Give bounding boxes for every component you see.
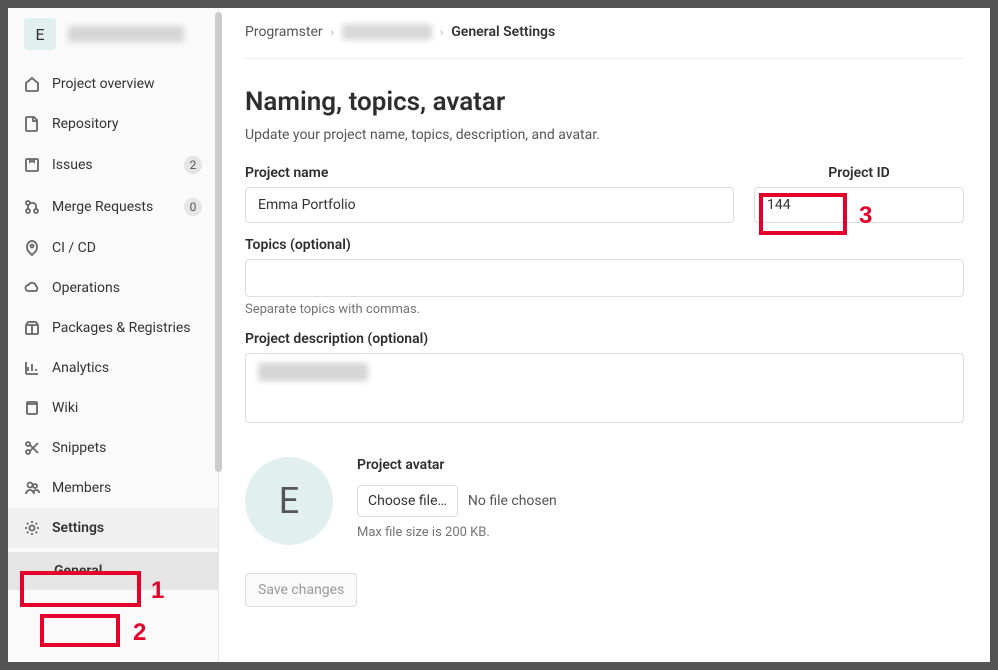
avatar-title: Project avatar <box>357 457 557 473</box>
topics-input[interactable] <box>245 259 964 297</box>
nav-project-overview[interactable]: Project overview <box>8 64 218 104</box>
description-label: Project description (optional) <box>245 331 964 347</box>
nav-label: Project overview <box>52 76 202 92</box>
main-content: Programster › › General Settings Naming,… <box>219 8 990 662</box>
chevron-right-icon: › <box>440 26 443 39</box>
naming-section: Naming, topics, avatar Update your proje… <box>245 59 964 607</box>
project-name-label: Project name <box>245 165 734 181</box>
chevron-right-icon: › <box>331 26 334 39</box>
sidebar-project-header[interactable]: E <box>8 8 218 60</box>
file-icon <box>24 116 40 132</box>
members-icon <box>24 480 40 496</box>
chart-icon <box>24 360 40 376</box>
breadcrumb: Programster › › General Settings <box>245 16 964 59</box>
project-id-label: Project ID <box>754 165 964 181</box>
settings-subnav: General <box>8 552 218 590</box>
nav-operations[interactable]: Operations <box>8 268 218 308</box>
nav-members[interactable]: Members <box>8 468 218 508</box>
project-name-redacted <box>68 26 184 42</box>
sidebar-nav: Project overview Repository Issues 2 Mer… <box>8 60 218 552</box>
merge-icon <box>24 199 40 215</box>
avatar-helper: Max file size is 200 KB. <box>357 525 557 540</box>
sidebar: E Project overview Repository Issues 2 M… <box>8 8 219 662</box>
home-icon <box>24 76 40 92</box>
description-redacted <box>258 363 368 381</box>
scissors-icon <box>24 440 40 456</box>
file-chosen-status: No file chosen <box>468 493 557 509</box>
nav-label: Wiki <box>52 400 202 416</box>
nav-analytics[interactable]: Analytics <box>8 348 218 388</box>
description-input[interactable] <box>245 353 964 423</box>
choose-file-button[interactable]: Choose file… <box>357 485 458 517</box>
issue-icon <box>24 157 40 173</box>
project-avatar-large: E <box>245 457 333 545</box>
project-id-input[interactable] <box>754 187 964 223</box>
breadcrumb-current: General Settings <box>451 24 555 40</box>
nav-label: Repository <box>52 116 202 132</box>
nav-label: Packages & Registries <box>52 320 202 336</box>
nav-label: Settings <box>52 520 202 536</box>
nav-label: Analytics <box>52 360 202 376</box>
nav-settings[interactable]: Settings <box>8 508 218 548</box>
nav-issues[interactable]: Issues 2 <box>8 144 218 186</box>
nav-ci-cd[interactable]: CI / CD <box>8 228 218 268</box>
nav-label: CI / CD <box>52 240 202 256</box>
nav-label: Operations <box>52 280 202 296</box>
topics-label: Topics (optional) <box>245 237 964 253</box>
nav-label: Merge Requests <box>52 199 172 215</box>
nav-merge-requests[interactable]: Merge Requests 0 <box>8 186 218 228</box>
save-changes-button[interactable]: Save changes <box>245 573 357 607</box>
issues-badge: 2 <box>184 156 202 174</box>
nav-label: Issues <box>52 157 172 173</box>
nav-snippets[interactable]: Snippets <box>8 428 218 468</box>
section-title: Naming, topics, avatar <box>245 87 964 117</box>
gear-icon <box>24 520 40 536</box>
cloud-icon <box>24 280 40 296</box>
subnav-general[interactable]: General <box>8 552 218 590</box>
package-icon <box>24 320 40 336</box>
project-name-input[interactable] <box>245 187 734 223</box>
nav-wiki[interactable]: Wiki <box>8 388 218 428</box>
section-subtitle: Update your project name, topics, descri… <box>245 127 964 143</box>
rocket-icon <box>24 240 40 256</box>
nav-repository[interactable]: Repository <box>8 104 218 144</box>
nav-label: Snippets <box>52 440 202 456</box>
nav-packages[interactable]: Packages & Registries <box>8 308 218 348</box>
mr-badge: 0 <box>184 198 202 216</box>
breadcrumb-root[interactable]: Programster <box>245 24 323 40</box>
topics-helper: Separate topics with commas. <box>245 302 964 317</box>
nav-label: Members <box>52 480 202 496</box>
breadcrumb-redacted <box>342 24 432 40</box>
book-icon <box>24 400 40 416</box>
project-avatar-small: E <box>24 18 56 50</box>
